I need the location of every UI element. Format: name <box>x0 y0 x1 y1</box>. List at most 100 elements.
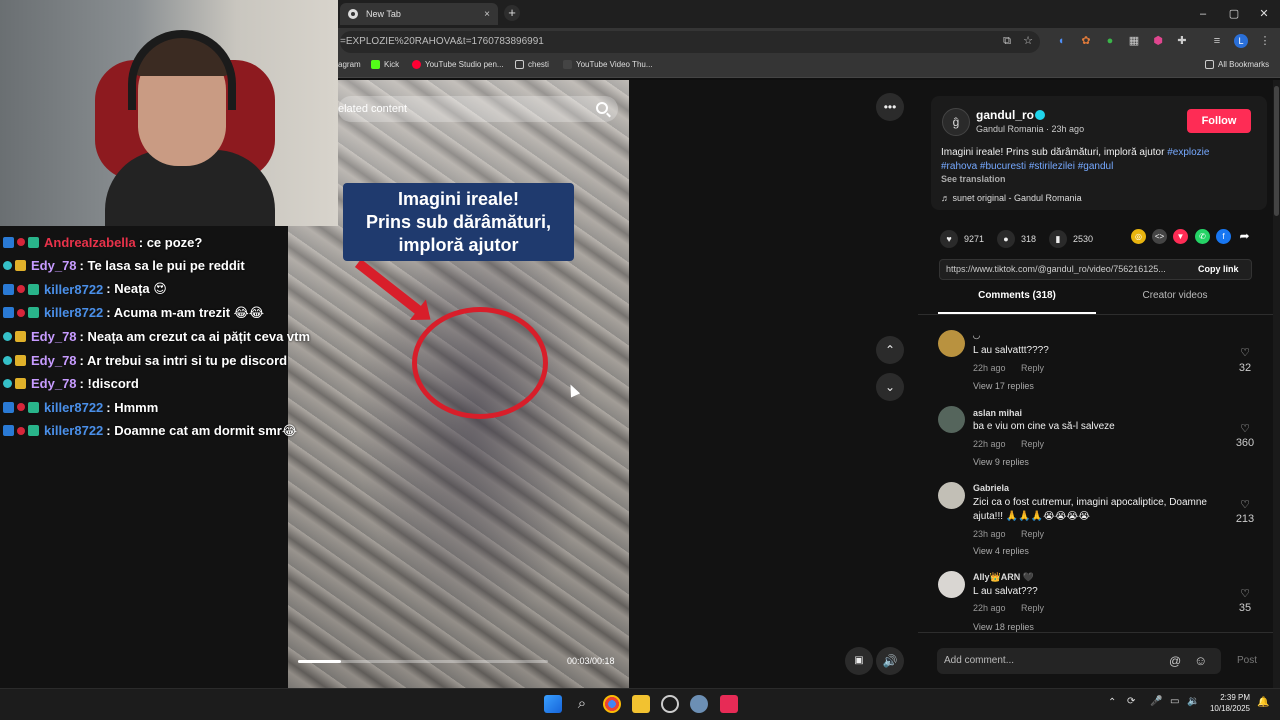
reply-button[interactable]: Reply <box>1021 603 1044 613</box>
windows-start-icon[interactable] <box>544 695 562 713</box>
scrollbar-thumb[interactable] <box>1274 86 1279 216</box>
heart-icon[interactable]: ♡ <box>1233 346 1257 359</box>
avatar[interactable]: ĝ <box>942 108 970 136</box>
pip-icon[interactable]: ▣ <box>845 647 873 675</box>
whatsapp-icon[interactable]: ✆ <box>1195 229 1210 244</box>
browser-tab[interactable]: New Tab × <box>340 3 498 25</box>
like-stat[interactable]: ♥ 9271 <box>940 230 984 248</box>
bookmark-item[interactable]: YouTube Studio pen... <box>412 60 504 69</box>
bookmark-folder[interactable]: chesti <box>515 60 549 69</box>
url-field[interactable]: =EXPLOZIE%20RAHOVA&t=1760783896991 <box>340 31 1040 53</box>
network-icon[interactable]: ▭ <box>1170 696 1179 707</box>
bookmark-item[interactable]: agram <box>338 60 361 69</box>
notification-icon[interactable]: 🔔 <box>1257 697 1269 708</box>
profile-avatar[interactable]: L <box>1234 34 1248 48</box>
chat-username[interactable]: Edy_78 <box>31 329 77 344</box>
comment-username[interactable]: ◡ <box>973 330 980 341</box>
extensions-puzzle-icon[interactable]: ✚ <box>1175 34 1189 48</box>
chat-username[interactable]: Edy_78 <box>31 376 77 391</box>
volume-icon[interactable]: 🔉 <box>1187 696 1199 707</box>
embed-icon[interactable]: <> <box>1152 229 1167 244</box>
post-button[interactable]: Post <box>1237 655 1257 666</box>
heart-icon[interactable]: ♡ <box>1233 422 1257 435</box>
chat-username[interactable]: killer8722 <box>44 282 103 297</box>
heart-icon[interactable]: ♡ <box>1233 498 1257 511</box>
heart-icon[interactable]: ♥ <box>940 230 958 248</box>
chat-username[interactable]: Edy_78 <box>31 258 77 273</box>
share-repost-icon[interactable]: ◎ <box>1131 229 1146 244</box>
bookmark-item[interactable]: Kick <box>371 60 399 69</box>
creator-username[interactable]: gandul_ro <box>976 108 1034 122</box>
volume-icon[interactable]: 🔊 <box>876 647 904 675</box>
share-arrow-icon[interactable]: ➦ <box>1237 229 1252 244</box>
view-replies-button[interactable]: View 9 replies <box>973 457 1029 467</box>
extension-icon[interactable]: ● <box>1103 34 1117 48</box>
bookmark-star-icon[interactable]: ☆ <box>1021 34 1035 48</box>
previous-video-button[interactable]: ⌃ <box>876 336 904 364</box>
emoji-icon[interactable]: ☺ <box>1194 653 1207 668</box>
see-translation-link[interactable]: See translation <box>941 174 1006 184</box>
related-content-search[interactable]: elated content <box>338 96 618 122</box>
comment-username[interactable]: aslan mihai <box>973 408 1022 418</box>
maximize-button[interactable]: ▢ <box>1219 4 1249 24</box>
comment-username[interactable]: Gabriela <box>973 483 1009 493</box>
reading-list-icon[interactable]: ≡ <box>1210 34 1224 48</box>
avatar[interactable] <box>938 482 965 509</box>
file-explorer-icon[interactable] <box>632 695 650 713</box>
extension-icon[interactable]: ⬢ <box>1151 34 1165 48</box>
tab-comments[interactable]: Comments (318) <box>938 290 1096 314</box>
view-replies-button[interactable]: View 18 replies <box>973 622 1034 632</box>
minimize-button[interactable]: – <box>1188 4 1218 24</box>
tray-chevron-icon[interactable]: ⌃ <box>1108 697 1116 708</box>
view-replies-button[interactable]: View 17 replies <box>973 381 1034 391</box>
reply-button[interactable]: Reply <box>1021 529 1044 539</box>
comment-icon[interactable]: ● <box>997 230 1015 248</box>
chat-username[interactable]: killer8722 <box>44 400 103 415</box>
new-tab-button[interactable]: + <box>504 5 520 21</box>
view-replies-button[interactable]: View 4 replies <box>973 546 1029 556</box>
menu-kebab-icon[interactable]: ⋮ <box>1258 34 1272 48</box>
reply-button[interactable]: Reply <box>1021 439 1044 449</box>
install-app-icon[interactable]: ⧉ <box>1000 34 1014 48</box>
hashtag-link[interactable]: #rahova <box>941 161 977 172</box>
chat-username[interactable]: Edy_78 <box>31 353 77 368</box>
chrome-icon[interactable] <box>603 695 621 713</box>
avatar[interactable] <box>938 406 965 433</box>
send-icon[interactable]: ▼ <box>1173 229 1188 244</box>
search-icon[interactable]: ⌕ <box>573 695 591 713</box>
save-stat[interactable]: ▮ 2530 <box>1049 230 1093 248</box>
heart-icon[interactable]: ♡ <box>1233 587 1257 600</box>
tab-close-icon[interactable]: × <box>484 9 490 20</box>
hashtag-link[interactable]: #gandul <box>1078 161 1114 172</box>
bookmark-icon[interactable]: ▮ <box>1049 230 1067 248</box>
tab-creator-videos[interactable]: Creator videos <box>1096 290 1254 314</box>
chat-username[interactable]: killer8722 <box>44 305 103 320</box>
mention-icon[interactable]: @ <box>1169 654 1181 668</box>
extension-icon[interactable]: ✿ <box>1079 34 1093 48</box>
comment-username[interactable]: Ally👑ARN 🖤 <box>973 572 1034 583</box>
comment-stat[interactable]: ● 318 <box>997 230 1036 248</box>
hashtag-link[interactable]: #explozie <box>1167 147 1209 158</box>
microphone-icon[interactable]: 🎤 <box>1150 696 1162 707</box>
chat-username[interactable]: AndreaIzabella <box>44 235 136 250</box>
reply-button[interactable]: Reply <box>1021 363 1044 373</box>
all-bookmarks[interactable]: All Bookmarks <box>1205 60 1269 69</box>
avatar[interactable] <box>938 571 965 598</box>
facebook-icon[interactable]: f <box>1216 229 1231 244</box>
next-video-button[interactable]: ⌄ <box>876 373 904 401</box>
sound-link[interactable]: ♬ sunet original - Gandul Romania <box>941 193 1082 203</box>
bookmark-item[interactable]: YouTube Video Thu... <box>563 60 653 69</box>
chat-username[interactable]: killer8722 <box>44 423 103 438</box>
app-icon[interactable] <box>661 695 679 713</box>
hashtag-link[interactable]: #bucuresti <box>980 161 1026 172</box>
more-options-button[interactable]: ••• <box>876 93 904 121</box>
settings-icon[interactable] <box>690 695 708 713</box>
follow-button[interactable]: Follow <box>1187 109 1251 133</box>
extension-icon[interactable]: ▦ <box>1127 34 1141 48</box>
extension-icon[interactable]: ◖ <box>1054 34 1068 48</box>
hashtag-link[interactable]: #stirilezilei <box>1029 161 1075 172</box>
clock[interactable]: 2:39 PM 10/18/2025 <box>1208 692 1250 714</box>
avatar[interactable] <box>938 330 965 357</box>
copy-link-button[interactable]: Copy link <box>1198 264 1239 274</box>
tiktok-icon[interactable] <box>720 695 738 713</box>
